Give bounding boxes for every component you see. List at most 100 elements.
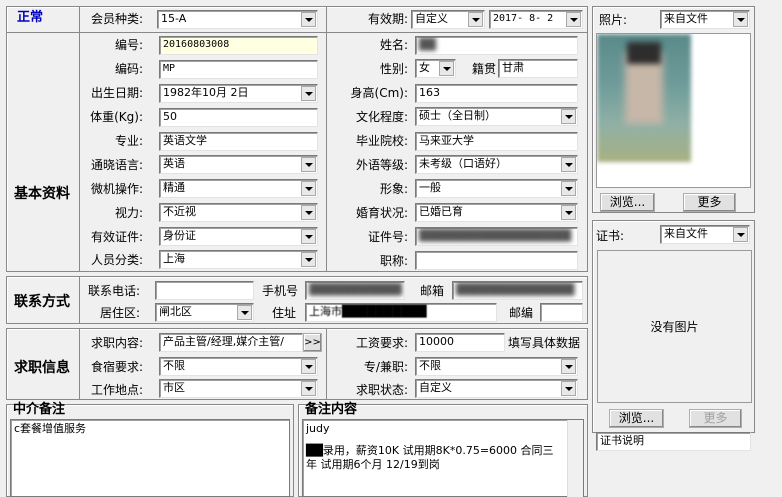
weight-field[interactable]: 50 [159,108,318,127]
agency-note-textarea[interactable]: c套餐增值服务 [10,419,290,497]
photo-source-select[interactable]: 来自文件 [660,10,750,29]
photo-more-button[interactable]: 更多 [683,193,736,212]
chevron-down-icon [301,229,316,244]
photo-hair-area [627,42,661,64]
major-field[interactable]: 英语文学 [159,132,318,151]
address-label: 住址 [272,306,297,320]
education-label: 文化程度: [355,110,408,124]
chevron-down-icon [439,61,454,76]
divider [326,328,327,400]
job-content-more-button[interactable]: >> [303,333,322,352]
chevron-down-icon [301,359,316,374]
work-location-select[interactable]: 市区 [159,379,318,398]
chevron-down-icon [561,181,576,196]
mobile-label: 手机号 [262,284,299,298]
height-field[interactable]: 163 [415,84,578,103]
origin-label: 籍贯 [472,62,497,76]
certificate-image-area: 没有图片 [597,250,752,403]
mobile-field[interactable]: ███████████ [305,281,405,300]
chevron-down-icon [561,381,576,396]
gender-select[interactable]: 女 [415,59,456,78]
parttime-label: 专/兼职: [363,360,408,374]
zip-field[interactable] [540,303,583,322]
remarks-line: judy [306,422,330,435]
certificate-no-field[interactable]: ██████████████████ [415,227,578,246]
job-content-field[interactable]: 产品主管/经理,媒介主管/ [159,333,303,352]
contact-section-title: 联系方式 [14,294,70,310]
chevron-down-icon [566,12,581,27]
chevron-down-icon [301,381,316,396]
height-label: 身高(Cm): [350,86,408,100]
certificate-no-label: 证件号: [367,230,408,244]
job-section-title: 求职信息 [14,360,70,376]
email-field[interactable]: ██████████████ [452,281,583,300]
vision-label: 视力: [114,206,143,220]
computer-skill-select[interactable]: 精通 [159,179,318,198]
chevron-down-icon [301,12,316,27]
chevron-down-icon [468,12,483,27]
language-select[interactable]: 英语 [159,155,318,174]
photo-label: 照片: [599,13,628,27]
photo-browse-button[interactable]: 浏览... [600,193,655,212]
job-status-select[interactable]: 自定义 [415,379,578,398]
validity-label: 有效期: [367,12,408,26]
certificate-description-field[interactable]: 证书说明 [596,432,751,451]
language-level-select[interactable]: 未考级（口语好） [415,155,578,174]
education-select[interactable]: 硕士（全日制） [415,107,578,126]
membership-label: 会员种类: [90,12,143,26]
certificate-browse-button[interactable]: 浏览... [609,409,664,428]
chevron-down-icon [561,205,576,220]
certificate-source-select[interactable]: 来自文件 [660,225,750,244]
birth-label: 出生日期: [90,86,143,100]
vision-select[interactable]: 不近视 [159,203,318,222]
name-field[interactable]: ██ [415,36,578,55]
major-label: 专业: [114,134,143,148]
certificate-more-button[interactable]: 更多 [689,409,742,428]
school-field[interactable]: 马来亚大学 [415,132,578,151]
validity-date-picker[interactable]: 2017- 8- 2 [489,10,583,29]
chevron-down-icon [561,359,576,374]
zip-label: 邮编 [509,306,534,320]
chevron-down-icon [301,86,316,101]
job-content-label: 求职内容: [90,336,143,350]
board-select[interactable]: 不限 [159,357,318,376]
chevron-down-icon [301,181,316,196]
certificate-type-select[interactable]: 身份证 [159,227,318,246]
remarks-scrollbar[interactable] [567,420,583,497]
district-label: 居住区: [100,306,141,320]
remarks-line: ██录用，薪资10K 试用期8K*0.75=6000 合同三 [306,444,554,457]
id-label: 编号: [114,38,143,52]
no-image-text: 没有图片 [650,320,699,334]
marital-select[interactable]: 已婚已育 [415,203,578,222]
category-select[interactable]: 上海 [159,250,318,269]
chevron-down-icon [561,157,576,172]
title-field[interactable] [415,251,578,270]
origin-field[interactable]: 甘肃 [498,59,578,78]
parttime-select[interactable]: 不限 [415,357,578,376]
language-label: 通晓语言: [90,158,143,172]
language-level-label: 外语等级: [355,158,408,172]
validity-mode-select[interactable]: 自定义 [411,10,485,29]
divider [79,276,80,324]
appearance-label: 形象: [379,182,408,196]
work-location-label: 工作地点: [90,383,143,397]
address-field[interactable]: 上海市██████████ [305,303,497,322]
birth-date-picker[interactable]: 1982年10月 2日 [159,84,318,103]
id-field[interactable]: 20160803008 [159,36,318,55]
salary-field[interactable]: 10000 [415,333,505,352]
code-field[interactable]: MP [159,60,318,79]
chevron-down-icon [733,227,748,242]
board-label: 食宿要求: [90,360,143,374]
code-label: 编码: [114,62,143,76]
profile-photo [596,33,751,188]
phone-field[interactable] [155,281,254,300]
divider [79,6,80,272]
remarks-line: 年 试用期6个月 12/19到岗 [306,458,440,471]
membership-select[interactable]: 15-A [157,10,318,29]
appearance-select[interactable]: 一般 [415,179,578,198]
email-label: 邮箱 [420,284,445,298]
remarks-textarea[interactable]: judy ██录用，薪资10K 试用期8K*0.75=6000 合同三 年 试用… [302,419,584,497]
district-select[interactable]: 闸北区 [155,303,254,322]
gender-label: 性别: [379,62,408,76]
school-label: 毕业院校: [355,134,408,148]
